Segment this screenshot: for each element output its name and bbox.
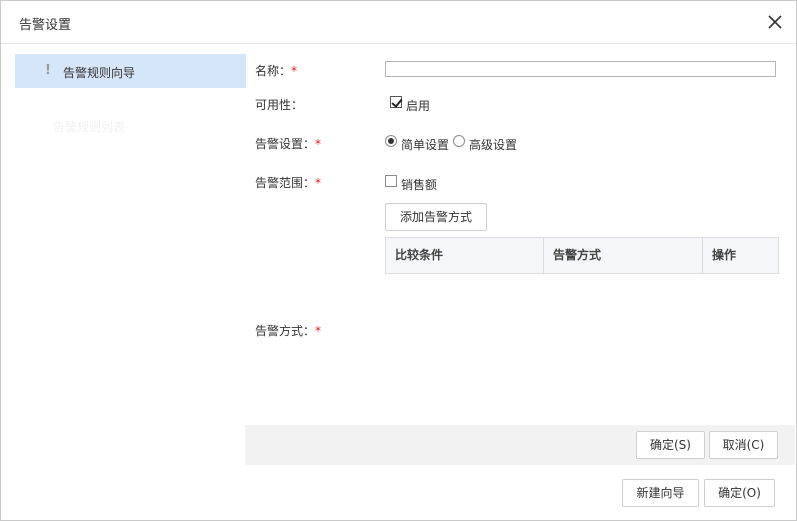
sidebar-item-alert-rule-wizard[interactable]: ! 告警规则向导 — [15, 54, 246, 88]
form-panel — [246, 44, 796, 426]
sidebar-item-label: 告警规则列表 — [53, 120, 126, 134]
confirm-button[interactable]: 确定(S) — [636, 431, 705, 459]
advanced-setting-radio[interactable] — [453, 135, 465, 147]
close-icon[interactable] — [765, 12, 785, 32]
alert-method-table: 比较条件 告警方式 操作 — [385, 237, 779, 274]
availability-label: 可用性： — [255, 98, 304, 112]
sales-label: 销售额 — [401, 178, 438, 192]
alert-method-label: 告警方式：* — [255, 324, 322, 338]
enable-label: 启用 — [406, 99, 431, 113]
table-header-alert-method: 告警方式 — [553, 248, 602, 262]
sidebar-item-label: 告警规则向导 — [63, 66, 136, 80]
new-wizard-button[interactable]: 新建向导 — [622, 479, 699, 507]
simple-setting-label: 简单设置 — [401, 138, 450, 152]
table-header-actions: 操作 — [712, 248, 737, 262]
sales-checkbox[interactable] — [385, 175, 397, 187]
table-header-compare-condition: 比较条件 — [395, 248, 444, 262]
ok-button[interactable]: 确定(O) — [704, 479, 775, 507]
add-alert-method-button[interactable]: 添加告警方式 — [385, 203, 487, 231]
enable-checkbox[interactable] — [390, 96, 402, 108]
exclamation-icon: ! — [45, 63, 51, 78]
dialog-title: 告警设置 — [19, 18, 72, 33]
sidebar-item-alert-rule-list[interactable]: 告警规则列表 — [15, 108, 246, 142]
alert-setting-label: 告警设置：* — [255, 137, 322, 151]
cancel-button[interactable]: 取消(C) — [709, 431, 778, 459]
dialog-titlebar: 告警设置 — [1, 1, 796, 44]
simple-setting-radio[interactable] — [385, 135, 397, 147]
name-input[interactable] — [385, 61, 776, 77]
name-label: 名称：* — [255, 64, 298, 78]
advanced-setting-label: 高级设置 — [469, 138, 518, 152]
sidebar: ! 告警规则向导 告警规则列表 — [1, 44, 246, 466]
alert-range-label: 告警范围：* — [255, 176, 322, 190]
